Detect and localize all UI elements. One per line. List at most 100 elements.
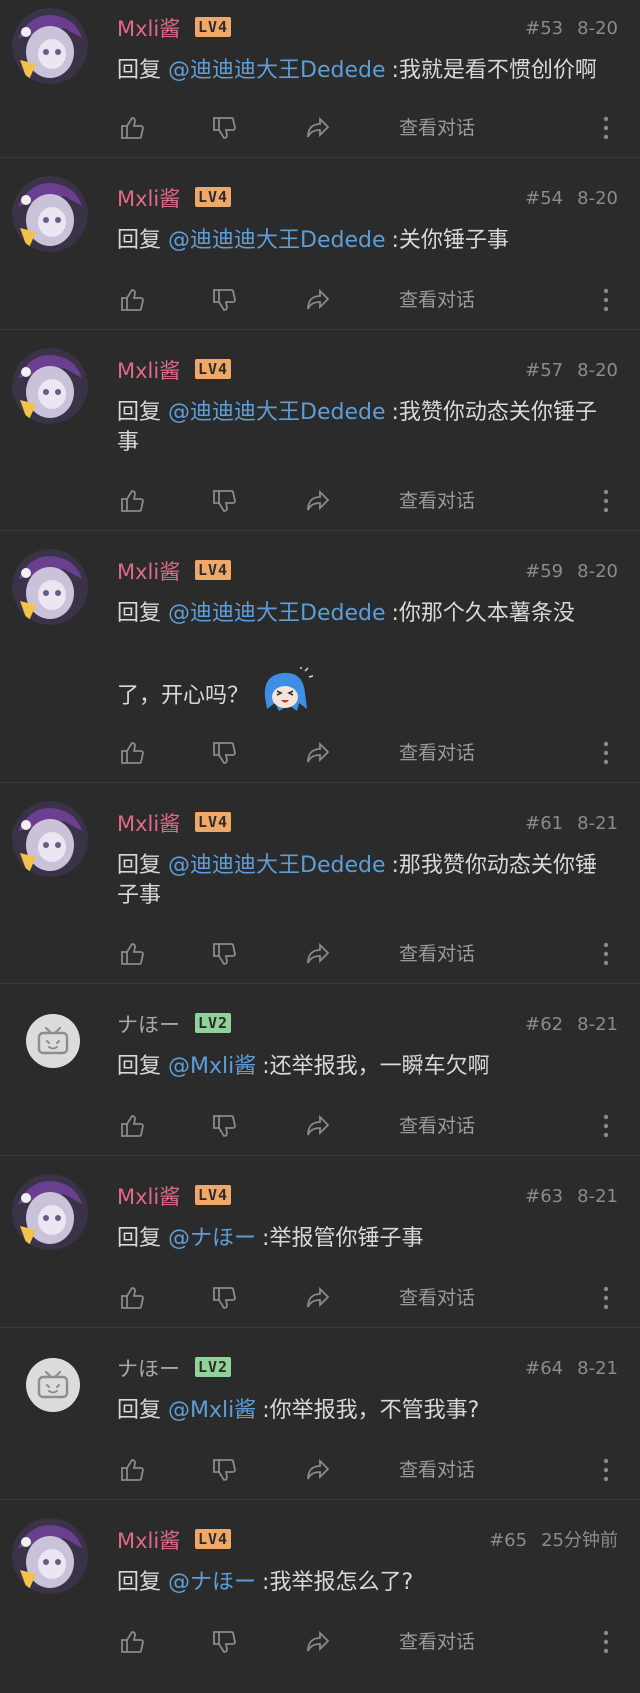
view-conversation-button[interactable]: 查看对话 <box>399 1457 475 1483</box>
share-icon[interactable] <box>303 1627 333 1657</box>
view-conversation-button[interactable]: 查看对话 <box>399 115 475 141</box>
comment-body-wrap: 事 <box>117 430 140 455</box>
thumbs-up-icon[interactable] <box>117 939 147 969</box>
view-conversation-button[interactable]: 查看对话 <box>399 1285 475 1311</box>
thumbs-up-icon[interactable] <box>117 1111 147 1141</box>
more-vertical-icon[interactable] <box>596 1283 616 1313</box>
view-conversation-button[interactable]: 查看对话 <box>399 740 475 766</box>
anime-avatar-icon[interactable] <box>12 348 88 424</box>
comment-meta: #65 25分钟前 <box>489 1528 618 1554</box>
mention-link[interactable]: @Mxli酱 <box>168 1398 256 1423</box>
mention-link[interactable]: @迪迪迪大王Dedede <box>168 400 385 425</box>
more-vertical-icon[interactable] <box>596 486 616 516</box>
view-conversation-button[interactable]: 查看对话 <box>399 488 475 514</box>
thumbs-down-icon[interactable] <box>209 1627 239 1657</box>
share-icon[interactable] <box>303 738 333 768</box>
action-bar: 查看对话 <box>117 939 616 969</box>
comment-item: ナほー LV2 #62 8-21 回复 @Mxli酱:还举报我，一瞬车欠啊 查看对… <box>0 984 640 1156</box>
comment-meta: #53 8-20 <box>525 16 618 42</box>
username[interactable]: Mxli酱 <box>117 358 180 384</box>
action-bar: 查看对话 <box>117 738 616 768</box>
reply-prefix: 回复 <box>117 228 162 253</box>
username[interactable]: ナほー <box>117 1012 180 1038</box>
mention-link[interactable]: @ナほー <box>168 1226 256 1251</box>
thumbs-down-icon[interactable] <box>209 738 239 768</box>
bilibili-tv-avatar-icon[interactable] <box>26 1358 80 1412</box>
thumbs-up-icon[interactable] <box>117 285 147 315</box>
thumbs-up-icon[interactable] <box>117 113 147 143</box>
anime-avatar-icon[interactable] <box>12 549 88 625</box>
anime-avatar-icon[interactable] <box>12 176 88 252</box>
comment-date: 8-20 <box>577 360 618 381</box>
view-conversation-button[interactable]: 查看对话 <box>399 1629 475 1655</box>
anime-avatar-icon[interactable] <box>12 1518 88 1594</box>
comment-meta: #59 8-20 <box>525 559 618 585</box>
anime-avatar-icon[interactable] <box>12 1174 88 1250</box>
mention-link[interactable]: @迪迪迪大王Dedede <box>168 58 385 83</box>
thumbs-up-icon[interactable] <box>117 1455 147 1485</box>
thumbs-down-icon[interactable] <box>209 113 239 143</box>
username[interactable]: Mxli酱 <box>117 186 180 212</box>
thumbs-down-icon[interactable] <box>209 1111 239 1141</box>
thumbs-down-icon[interactable] <box>209 1283 239 1313</box>
username[interactable]: Mxli酱 <box>117 16 180 42</box>
share-icon[interactable] <box>303 1455 333 1485</box>
username[interactable]: Mxli酱 <box>117 559 180 585</box>
comment-body: 你那个久本薯条没 <box>398 601 575 626</box>
share-icon[interactable] <box>303 486 333 516</box>
comment-item: Mxli酱 LV4 #57 8-20 回复 @迪迪迪大王Dedede:我赞你动态关… <box>0 330 640 531</box>
separator: : <box>262 1398 270 1423</box>
floor-number: #54 <box>525 188 564 209</box>
username[interactable]: Mxli酱 <box>117 1184 180 1210</box>
floor-number: #65 <box>489 1530 528 1551</box>
anime-avatar-icon[interactable] <box>12 801 88 877</box>
thumbs-down-icon[interactable] <box>209 486 239 516</box>
more-vertical-icon[interactable] <box>596 1627 616 1657</box>
username[interactable]: ナほー <box>117 1356 180 1382</box>
mention-link[interactable]: @迪迪迪大王Dedede <box>168 228 385 253</box>
more-vertical-icon[interactable] <box>596 113 616 143</box>
username[interactable]: Mxli酱 <box>117 1528 180 1554</box>
action-bar: 查看对话 <box>117 486 616 516</box>
bilibili-tv-avatar-icon[interactable] <box>26 1014 80 1068</box>
username[interactable]: Mxli酱 <box>117 811 180 837</box>
thumbs-up-icon[interactable] <box>117 738 147 768</box>
comment-meta: #54 8-20 <box>525 186 618 212</box>
view-conversation-button[interactable]: 查看对话 <box>399 287 475 313</box>
thumbs-up-icon[interactable] <box>117 1283 147 1313</box>
mention-link[interactable]: @Mxli酱 <box>168 1054 256 1079</box>
anime-avatar-icon[interactable] <box>12 8 88 84</box>
comment-body: 那我赞你动态关你锤 <box>398 853 597 878</box>
reply-prefix: 回复 <box>117 400 162 425</box>
thumbs-down-icon[interactable] <box>209 285 239 315</box>
floor-number: #61 <box>525 813 564 834</box>
view-conversation-button[interactable]: 查看对话 <box>399 1113 475 1139</box>
more-vertical-icon[interactable] <box>596 1111 616 1141</box>
mention-link[interactable]: @迪迪迪大王Dedede <box>168 601 385 626</box>
thumbs-down-icon[interactable] <box>209 1455 239 1485</box>
comment-text: 回复 @ナほー:我举报怎么了? <box>117 1568 616 1598</box>
share-icon[interactable] <box>303 285 333 315</box>
more-vertical-icon[interactable] <box>596 738 616 768</box>
level-badge: LV2 <box>195 1013 232 1033</box>
mention-link[interactable]: @迪迪迪大王Dedede <box>168 853 385 878</box>
more-vertical-icon[interactable] <box>596 285 616 315</box>
more-vertical-icon[interactable] <box>596 939 616 969</box>
more-vertical-icon[interactable] <box>596 1455 616 1485</box>
comment-text: 回复 @迪迪迪大王Dedede:我就是看不惯创价啊 <box>117 56 616 86</box>
share-icon[interactable] <box>303 939 333 969</box>
comment-item: Mxli酱 LV4 #54 8-20 回复 @迪迪迪大王Dedede:关你锤子事 … <box>0 158 640 330</box>
share-icon[interactable] <box>303 1111 333 1141</box>
comment-text: 回复 @Mxli酱:你举报我，不管我事? <box>117 1396 616 1426</box>
comment-item: ナほー LV2 #64 8-21 回复 @Mxli酱:你举报我，不管我事? 查看对… <box>0 1328 640 1500</box>
comment-text: 回复 @迪迪迪大王Dedede:你那个久本薯条没 了，开心吗？ <box>117 599 616 726</box>
view-conversation-button[interactable]: 查看对话 <box>399 941 475 967</box>
comment-date: 8-21 <box>577 1014 618 1035</box>
thumbs-up-icon[interactable] <box>117 486 147 516</box>
thumbs-down-icon[interactable] <box>209 939 239 969</box>
share-icon[interactable] <box>303 113 333 143</box>
share-icon[interactable] <box>303 1283 333 1313</box>
reply-prefix: 回复 <box>117 58 162 83</box>
thumbs-up-icon[interactable] <box>117 1627 147 1657</box>
mention-link[interactable]: @ナほー <box>168 1570 256 1595</box>
